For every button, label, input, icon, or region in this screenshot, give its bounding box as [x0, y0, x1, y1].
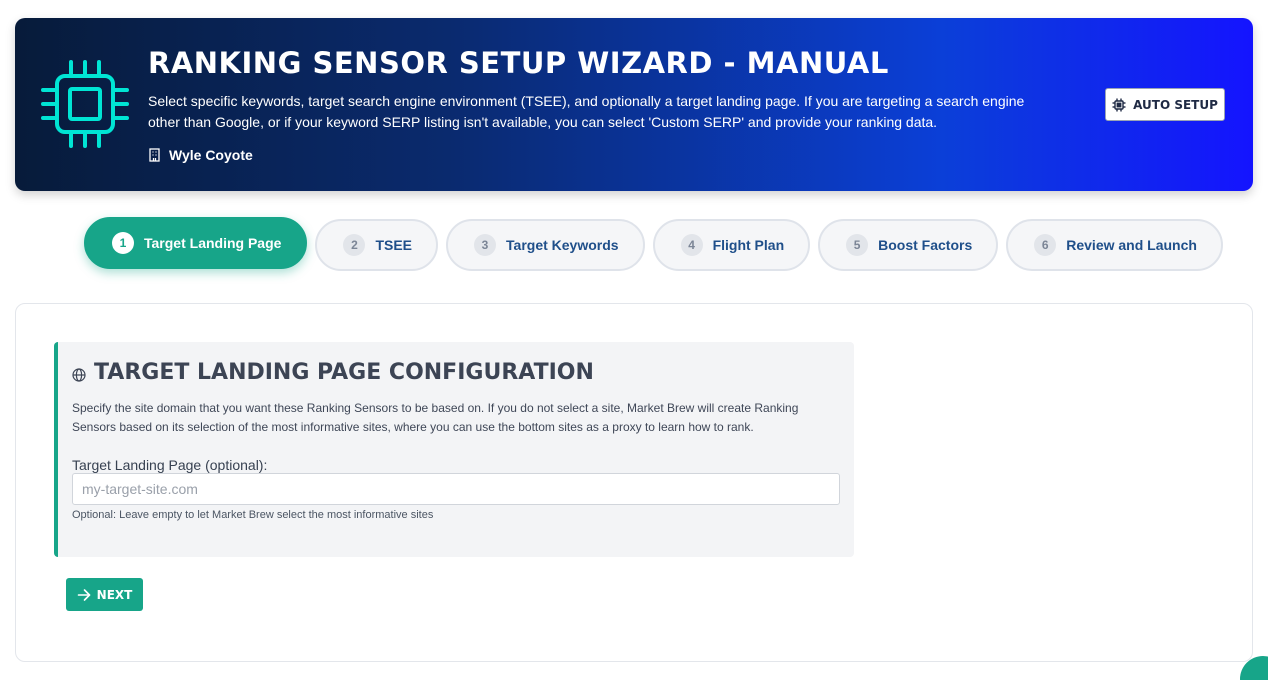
step-flight-plan[interactable]: 4 Flight Plan	[652, 219, 811, 271]
step-boost-factors[interactable]: 5 Boost Factors	[818, 219, 999, 271]
field-help-text: Optional: Leave empty to let Market Brew…	[72, 509, 434, 521]
section-title-text: Target Landing Page Configuration	[94, 360, 594, 385]
main-content-card: Target Landing Page Configuration Specif…	[15, 303, 1253, 662]
next-button-label: Next	[96, 587, 133, 602]
globe-icon	[72, 367, 86, 382]
step-label: Target Landing Page	[144, 235, 282, 251]
arrow-right-icon	[77, 588, 90, 601]
step-label: Target Keywords	[506, 237, 619, 253]
section-title: Target Landing Page Configuration	[72, 360, 594, 385]
page-title: Ranking Sensor Setup Wizard - Manual	[148, 46, 889, 80]
target-landing-page-label: Target Landing Page (optional):	[72, 457, 268, 473]
building-icon	[149, 148, 160, 162]
current-user: Wyle Coyote	[148, 147, 253, 163]
step-number: 2	[343, 234, 366, 256]
step-label: TSEE	[375, 237, 413, 253]
step-number: 1	[112, 232, 134, 254]
step-target-keywords[interactable]: 3 Target Keywords	[446, 219, 645, 271]
user-name: Wyle Coyote	[169, 147, 253, 163]
section-description: Specify the site domain that you want th…	[72, 401, 799, 434]
wizard-steps: 1 Target Landing Page 2 TSEE 3 Target Ke…	[84, 217, 1231, 271]
step-label: Boost Factors	[878, 237, 973, 253]
step-number: 4	[680, 234, 703, 256]
cpu-chip-icon	[1112, 98, 1126, 111]
target-landing-page-input[interactable]	[72, 473, 840, 505]
step-tsee[interactable]: 2 TSEE	[315, 219, 439, 271]
step-target-landing-page[interactable]: 1 Target Landing Page	[84, 217, 308, 269]
cpu-chip-icon	[41, 60, 129, 148]
next-button[interactable]: Next	[66, 578, 143, 611]
step-label: Review and Launch	[1066, 237, 1197, 253]
page-description: Select specific keywords, target search …	[148, 93, 1025, 130]
step-label: Flight Plan	[712, 237, 785, 253]
auto-setup-button[interactable]: Auto Setup	[1105, 88, 1225, 121]
auto-setup-label: Auto Setup	[1133, 97, 1218, 112]
step-number: 3	[474, 234, 497, 256]
step-number: 5	[846, 234, 869, 256]
wizard-header-banner: Ranking Sensor Setup Wizard - Manual Sel…	[15, 18, 1253, 191]
landing-page-config-panel: Target Landing Page Configuration Specif…	[54, 342, 854, 557]
step-review-and-launch[interactable]: 6 Review and Launch	[1006, 219, 1223, 271]
step-number: 6	[1034, 234, 1057, 256]
